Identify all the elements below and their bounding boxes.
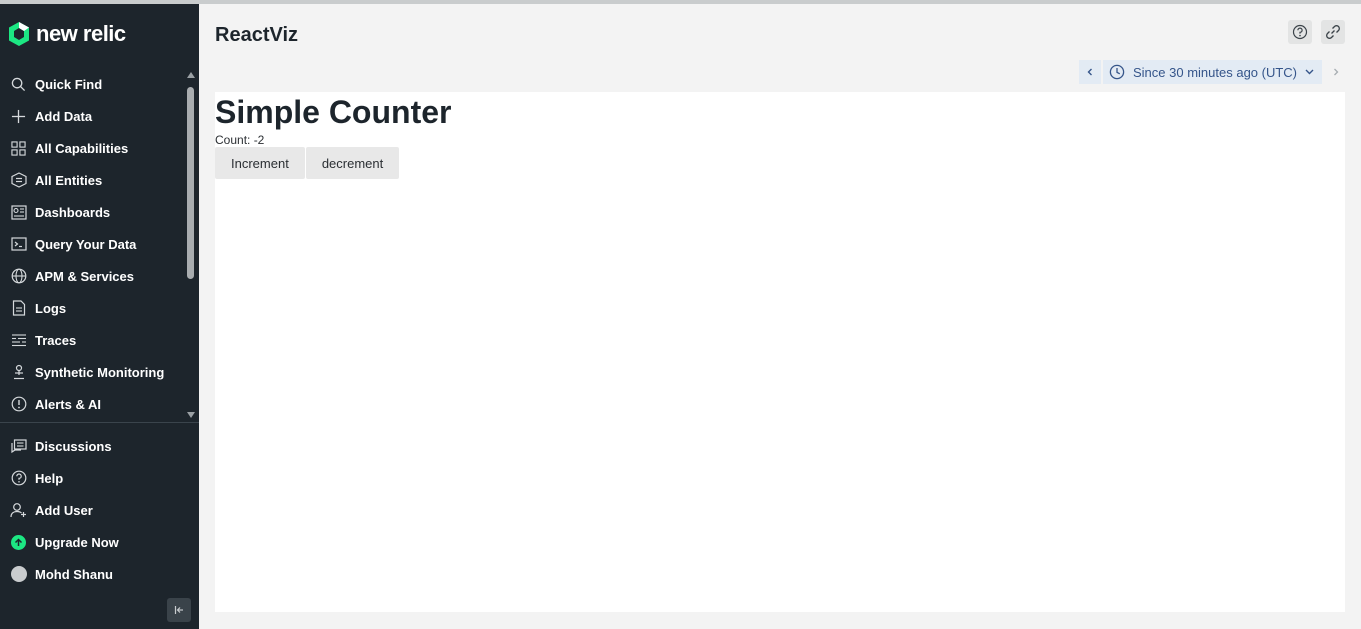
sidebar-item-label: Traces	[35, 332, 77, 348]
sidebar-item-add-user[interactable]: Add User	[0, 494, 199, 526]
synthetic-icon	[10, 364, 27, 381]
sidebar-item-add-data[interactable]: Add Data	[0, 100, 183, 132]
scroll-up-arrow-icon[interactable]	[187, 72, 195, 78]
brand-name: new relic	[36, 21, 126, 46]
sidebar-item-label: Synthetic Monitoring	[35, 364, 165, 380]
terminal-icon	[10, 236, 27, 253]
user-name: Mohd Shanu	[35, 566, 113, 582]
time-picker-next-button[interactable]	[1324, 60, 1348, 84]
upgrade-icon	[11, 534, 26, 550]
sidebar-item-label: Discussions	[35, 438, 112, 454]
sidebar-item-label: Query Your Data	[35, 236, 137, 252]
page-title: ReactViz	[215, 24, 299, 46]
entities-icon	[10, 172, 27, 189]
decrement-button[interactable]: decrement	[305, 147, 400, 179]
sidebar-item-query-your-data[interactable]: Query Your Data	[0, 228, 183, 260]
sidebar-item-label: Upgrade Now	[35, 534, 119, 550]
sidebar-item-quick-find[interactable]: Quick Find	[0, 68, 183, 100]
alert-icon	[10, 396, 27, 413]
chevron-down-icon	[1305, 69, 1314, 75]
avatar-wrapper	[10, 566, 27, 583]
sidebar-item-label: Logs	[35, 300, 67, 316]
grid-icon	[10, 140, 27, 157]
time-picker-dropdown[interactable]: Since 30 minutes ago (UTC)	[1103, 60, 1323, 84]
sidebar-item-apm-services[interactable]: APM & Services	[0, 260, 183, 292]
chevron-right-icon	[1334, 68, 1339, 76]
globe-icon	[10, 268, 27, 285]
new-relic-logo-icon	[9, 22, 29, 46]
help-icon	[10, 470, 27, 487]
sidebar-item-label: Alerts & AI	[35, 396, 101, 412]
sidebar-item-upgrade-now[interactable]: Upgrade Now	[0, 526, 199, 558]
sidebar-item-traces[interactable]: Traces	[0, 324, 183, 356]
traces-icon	[10, 332, 27, 349]
sidebar-item-all-entities[interactable]: All Entities	[0, 164, 183, 196]
plus-icon	[10, 108, 27, 125]
sidebar-item-label: Add Data	[35, 108, 93, 124]
sidebar-item-all-capabilities[interactable]: All Capabilities	[0, 132, 183, 164]
sidebar-item-label: All Entities	[35, 172, 103, 188]
collapse-icon	[174, 606, 183, 614]
counter-heading: Simple Counter	[215, 94, 452, 130]
help-button[interactable]	[1288, 20, 1312, 44]
sidebar-item-logs[interactable]: Logs	[0, 292, 183, 324]
sidebar-item-dashboards[interactable]: Dashboards	[0, 196, 183, 228]
sidebar-item-label: APM & Services	[35, 268, 134, 284]
sidebar-item-user-profile[interactable]: Mohd Shanu	[0, 558, 199, 590]
button-row: Increment decrement	[215, 147, 400, 179]
sidebar: new relic Quick Find Add Data All Capabi…	[0, 4, 199, 629]
search-icon	[10, 76, 27, 93]
upgrade-icon-wrapper	[10, 534, 27, 551]
link-icon	[1326, 25, 1340, 39]
sidebar-item-alerts-ai[interactable]: Alerts & AI	[0, 388, 183, 420]
collapse-sidebar-button[interactable]	[167, 598, 191, 622]
sidebar-item-synthetic-monitoring[interactable]: Synthetic Monitoring	[0, 356, 183, 388]
increment-button[interactable]: Increment	[215, 147, 305, 179]
new-relic-logo[interactable]: new relic	[8, 20, 126, 48]
discussions-icon	[10, 438, 27, 455]
clock-icon	[1109, 64, 1125, 80]
avatar	[10, 566, 27, 582]
sidebar-item-label: All Capabilities	[35, 140, 129, 156]
sidebar-item-label: Quick Find	[35, 76, 103, 92]
scroll-thumb[interactable]	[187, 87, 194, 279]
time-picker-prev-button[interactable]	[1079, 60, 1101, 84]
help-icon	[1292, 24, 1308, 40]
time-picker: Since 30 minutes ago (UTC)	[1079, 60, 1348, 84]
time-range-label: Since 30 minutes ago (UTC)	[1133, 64, 1298, 80]
secondary-nav: Discussions Help Add User Upgrade Now Mo…	[0, 430, 199, 590]
sidebar-item-label: Add User	[35, 502, 93, 518]
primary-nav: Quick Find Add Data All Capabilities All…	[0, 68, 183, 420]
chevron-left-icon	[1087, 68, 1092, 76]
document-icon	[10, 300, 27, 317]
sidebar-item-discussions[interactable]: Discussions	[0, 430, 199, 462]
dashboard-icon	[10, 204, 27, 221]
app-content: Simple Counter Count: -2 Increment decre…	[215, 92, 1345, 612]
add-user-icon	[10, 502, 27, 519]
sidebar-scrollbar[interactable]	[185, 72, 197, 418]
sidebar-divider	[0, 422, 199, 423]
count-display: Count: -2	[215, 133, 265, 147]
sidebar-item-label: Help	[35, 470, 64, 486]
sidebar-item-help[interactable]: Help	[0, 462, 199, 494]
scroll-down-arrow-icon[interactable]	[187, 412, 195, 418]
main-area: ReactViz Since 30 minutes ago (UTC) Simp…	[199, 4, 1361, 629]
sidebar-item-label: Dashboards	[35, 204, 111, 220]
window-top-border	[0, 0, 1361, 4]
copy-link-button[interactable]	[1321, 20, 1345, 44]
